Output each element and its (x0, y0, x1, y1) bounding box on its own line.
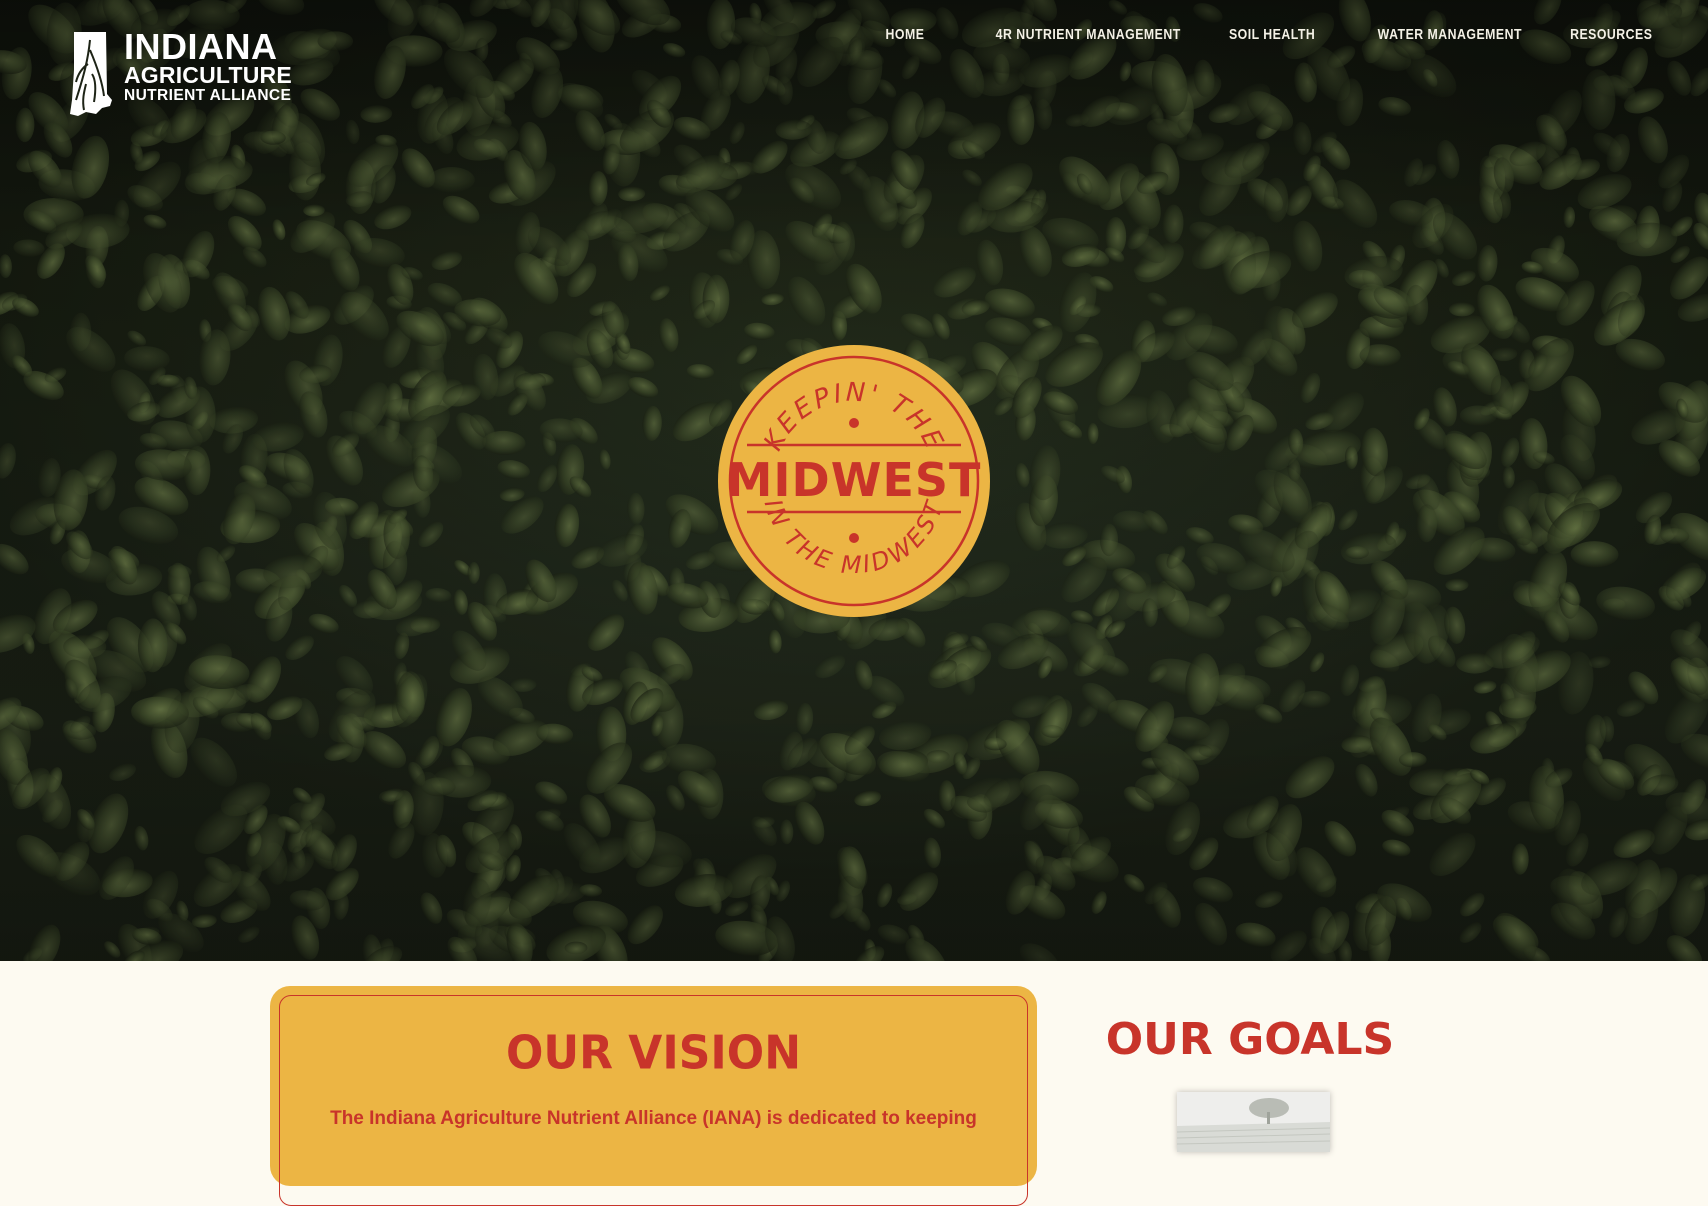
goals-image-thumbnail[interactable] (1176, 1092, 1331, 1152)
vision-title: OUR VISION (505, 1026, 802, 1081)
nav-item-home[interactable]: HOME (861, 26, 924, 43)
field-tree-image (1176, 1092, 1331, 1152)
nav-item-4r-nutrient-management[interactable]: 4R NUTRIENT MANAGEMENT (971, 26, 1181, 43)
goals-title: OUR GOALS (1105, 1014, 1395, 1065)
logo-wordmark: INDIANA AGRICULTURE NUTRIENT ALLIANCE (124, 26, 292, 105)
logo-line-1: INDIANA (124, 26, 278, 67)
keepin-the-midwest-badge: KEEPIN' THE MIDWEST IN THE MIDWEST (718, 345, 990, 617)
nav-item-soil-health[interactable]: SOIL HEALTH (1205, 26, 1316, 43)
badge-center-text: MIDWEST (727, 453, 982, 507)
our-vision-card: OUR VISION The Indiana Agriculture Nutri… (270, 986, 1037, 1206)
logo-line-2: AGRICULTURE (124, 62, 292, 88)
nav-item-resources[interactable]: RESOURCES (1545, 26, 1652, 43)
main-nav: HOME 4R NUTRIENT MANAGEMENT SOIL HEALTH … (847, 26, 1652, 43)
logo-line-3: NUTRIENT ALLIANCE (124, 87, 292, 104)
site-logo[interactable]: INDIANA AGRICULTURE NUTRIENT ALLIANCE (66, 26, 316, 120)
indiana-state-icon (70, 32, 112, 116)
badge-dot-top (849, 418, 859, 428)
nav-item-water-management[interactable]: WATER MANAGEMENT (1353, 26, 1522, 43)
hero-section: INDIANA AGRICULTURE NUTRIENT ALLIANCE HO… (0, 0, 1708, 961)
badge-dot-bottom (849, 533, 859, 543)
vision-body: The Indiana Agriculture Nutrient Allianc… (330, 1108, 977, 1129)
